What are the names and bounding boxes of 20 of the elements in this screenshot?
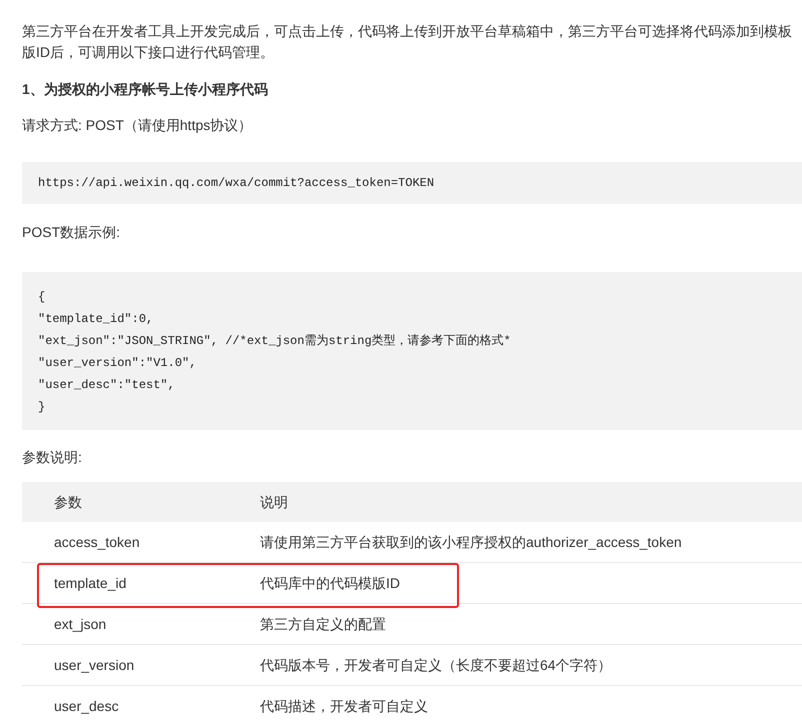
- table-cell: 代码描述，开发者可自定义: [260, 698, 428, 714]
- intro-paragraph-line: 版ID后，可调用以下接口进行代码管理。: [22, 43, 274, 62]
- request-method-text: 请求方式: POST（请使用https协议）: [22, 116, 252, 135]
- table-cell: user_version: [54, 656, 134, 672]
- table-cell: 请使用第三方平台获取到的该小程序授权的authorizer_access_token: [260, 534, 682, 550]
- code-block: { "template_id":0, "ext_json":"JSON_STRING", //*ext_json需为string类型，请参考下面的格式* "user_version":"V1.0", "user_desc":"test", }: [22, 272, 802, 430]
- table-cell: 第三方自定义的配置: [260, 616, 386, 632]
- section-label: POST数据示例:: [22, 223, 120, 242]
- table-cell: template_id: [54, 574, 126, 590]
- column-header: 参数: [54, 494, 82, 510]
- table-cell: user_desc: [54, 698, 119, 714]
- code-block: https://api.weixin.qq.com/wxa/commit?access_token=TOKEN: [22, 162, 802, 204]
- column-header: 说明: [260, 494, 288, 510]
- table-cell: 代码版本号，开发者可自定义（长度不要超过64个字符）: [260, 656, 612, 672]
- section-label: 参数说明:: [22, 448, 82, 467]
- table-cell: ext_json: [54, 616, 106, 632]
- intro-paragraph-line: 第三方平台在开发者工具上开发完成后，可点击上传，代码将上传到开放平台草稿箱中，第三方平台可选择将代码添加到模板: [22, 22, 792, 41]
- table-cell: 代码库中的代码模版ID: [260, 574, 400, 590]
- section-heading: 1、为授权的小程序帐号上传小程序代码: [22, 80, 268, 99]
- table-cell: access_token: [54, 534, 140, 550]
